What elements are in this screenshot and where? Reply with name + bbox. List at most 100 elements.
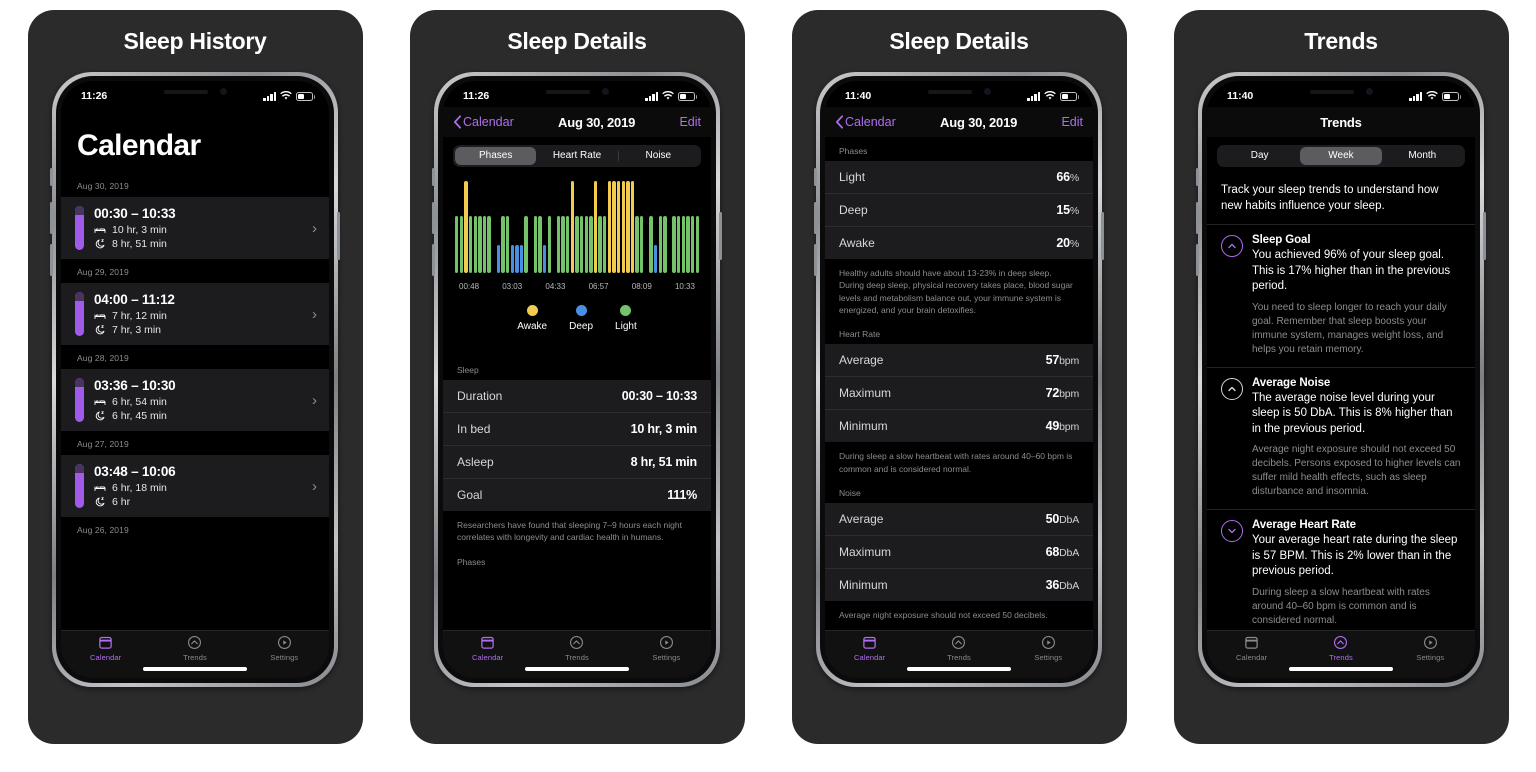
- status-indicators: [645, 91, 697, 101]
- tab-settings[interactable]: Settings: [622, 631, 711, 666]
- tab-settings[interactable]: Settings: [1386, 631, 1475, 666]
- segment-noise[interactable]: Noise: [617, 147, 699, 165]
- tab-calendar-label: Calendar: [472, 653, 504, 662]
- power-button: [719, 212, 722, 260]
- home-indicator[interactable]: [907, 666, 1011, 671]
- moon-icon: [95, 239, 105, 249]
- status-time: 11:40: [845, 90, 872, 102]
- trends-icon: [951, 635, 966, 650]
- chevron-left-icon: [454, 115, 461, 129]
- front-camera-icon: [601, 88, 609, 95]
- table-row: Deep 15%: [825, 194, 1093, 227]
- row-value: 8 hr, 51 min: [630, 455, 698, 469]
- row-key: Asleep: [457, 455, 494, 469]
- hypnogram-bar: [478, 215, 482, 273]
- segment-week[interactable]: Week: [1300, 147, 1382, 165]
- home-indicator[interactable]: [525, 666, 629, 671]
- settings-icon: [1041, 635, 1056, 650]
- hypnogram-bar: [589, 215, 593, 273]
- cellular-signal-icon: [263, 91, 276, 101]
- segment-day[interactable]: Day: [1219, 147, 1300, 165]
- tab-settings[interactable]: Settings: [1004, 631, 1093, 666]
- notch: [131, 81, 259, 102]
- axis-tick-label: 00:48: [459, 282, 480, 291]
- row-value: 68DbA: [1045, 544, 1080, 559]
- date-header: Aug 26, 2019: [77, 525, 129, 535]
- sleep-time-range: 00:30 – 10:33: [94, 206, 176, 221]
- asleep-row: 8 hr, 51 min: [94, 238, 302, 250]
- mockup-card-sleep-details-stats: Sleep Details 11:40 Calendar Aug 30, 201…: [791, 10, 1127, 744]
- chevron-up-circle-icon: [1221, 377, 1243, 400]
- tab-settings-label: Settings: [270, 653, 299, 662]
- phone-screen: 11:26 Calendar Aug 30, 2019 00:30 – 10:3…: [61, 81, 329, 678]
- hypnogram-bar: [459, 215, 464, 273]
- phone-bezel: 11:26 Calendar Aug 30, 2019 00:30 – 10:3…: [56, 76, 334, 683]
- in-bed-value: 6 hr, 54 min: [112, 396, 167, 408]
- edit-button[interactable]: Edit: [679, 115, 701, 129]
- mockup-card-trends: Trends 11:40 Trends Day Week Month Track…: [1173, 10, 1509, 744]
- segment-phases[interactable]: Phases: [455, 147, 537, 165]
- asleep-value: 6 hr: [112, 496, 131, 508]
- home-indicator[interactable]: [143, 666, 247, 671]
- list-item[interactable]: 04:00 – 11:12 7 hr, 12 min 7 hr, 3 min ›: [61, 283, 329, 345]
- segment-month[interactable]: Month: [1382, 147, 1463, 165]
- asleep-row: 6 hr, 45 min: [94, 410, 302, 422]
- tab-calendar[interactable]: Calendar: [443, 631, 532, 666]
- hypnogram-bar: [649, 215, 653, 273]
- chevron-right-icon: ›: [312, 477, 317, 495]
- notch: [513, 81, 641, 102]
- in-bed-row: 6 hr, 54 min: [94, 396, 302, 408]
- sleep-time-range: 03:36 – 10:30: [94, 378, 176, 393]
- row-key: Average: [839, 511, 884, 526]
- row-value: 36DbA: [1045, 577, 1080, 592]
- hypnogram-bar: [515, 245, 519, 273]
- back-button[interactable]: Calendar: [835, 115, 896, 129]
- home-indicator[interactable]: [1289, 666, 1393, 671]
- hypnogram-bar: [593, 181, 598, 273]
- trend-item-average-heart-rate: Average Heart Rate Your average heart ra…: [1207, 510, 1475, 630]
- tab-trends[interactable]: Trends: [914, 631, 1003, 666]
- calendar-icon: [98, 635, 113, 650]
- segmented-control-period[interactable]: Day Week Month: [1217, 145, 1465, 167]
- tab-calendar[interactable]: Calendar: [61, 631, 150, 666]
- hypnogram-x-axis: 00:48 03:03 04:33 06:57 08:09 10:33: [455, 273, 699, 291]
- row-key: Minimum: [839, 577, 888, 592]
- hypnogram-bar: [505, 215, 510, 273]
- asleep-value: 6 hr, 45 min: [112, 410, 167, 422]
- list-item[interactable]: 00:30 – 10:33 10 hr, 3 min 8 hr, 51 min …: [61, 197, 329, 259]
- list-item[interactable]: 03:48 – 10:06 6 hr, 18 min 6 hr ›: [61, 455, 329, 517]
- tab-trends[interactable]: Trends: [150, 631, 239, 666]
- tab-calendar[interactable]: Calendar: [825, 631, 914, 666]
- hypnogram-chart: 00:48 03:03 04:33 06:57 08:09 10:33 Awake Dee…: [443, 175, 711, 332]
- table-row: Duration 00:30 – 10:33: [443, 380, 711, 413]
- hypnogram-bar: [681, 215, 686, 273]
- screen-content-details-stats: Calendar Aug 30, 2019 Edit Phases Light …: [825, 107, 1093, 630]
- row-value: 111%: [667, 488, 697, 502]
- tab-trends[interactable]: Trends: [532, 631, 621, 666]
- asleep-value: 7 hr, 3 min: [112, 324, 162, 336]
- earpiece-speaker: [163, 89, 208, 94]
- nav-bar: Trends: [1207, 107, 1475, 137]
- mockup-stage: Sleep History 11:26 Calendar Aug 30, 201…: [0, 0, 1536, 772]
- tab-settings-label: Settings: [652, 653, 681, 662]
- section-note: Average night exposure should not exceed…: [839, 609, 1048, 620]
- segmented-control-metric[interactable]: Phases Heart Rate Noise: [453, 145, 701, 167]
- tab-calendar[interactable]: Calendar: [1207, 631, 1296, 666]
- tab-trends[interactable]: Trends: [1296, 631, 1385, 666]
- segment-heart-rate[interactable]: Heart Rate: [536, 147, 617, 165]
- status-time: 11:40: [1227, 90, 1254, 102]
- tab-trends-label: Trends: [1329, 653, 1353, 662]
- hypnogram-bar: [510, 245, 514, 273]
- list-item[interactable]: 03:36 – 10:30 6 hr, 54 min 6 hr, 45 min …: [61, 369, 329, 431]
- back-button[interactable]: Calendar: [453, 115, 514, 129]
- volume-down-button: [814, 244, 817, 276]
- trend-sub-text: Average night exposure should not exceed…: [1252, 444, 1461, 498]
- volume-down-button: [50, 244, 53, 276]
- trend-main-text: You achieved 96% of your sleep goal. Thi…: [1252, 249, 1451, 293]
- tab-settings[interactable]: Settings: [240, 631, 329, 666]
- notch: [895, 81, 1023, 102]
- card-title: Sleep Details: [889, 28, 1029, 54]
- edit-button[interactable]: Edit: [1061, 115, 1083, 129]
- sleep-bar-indicator: [75, 464, 84, 508]
- section-header-noise: Noise: [839, 487, 861, 498]
